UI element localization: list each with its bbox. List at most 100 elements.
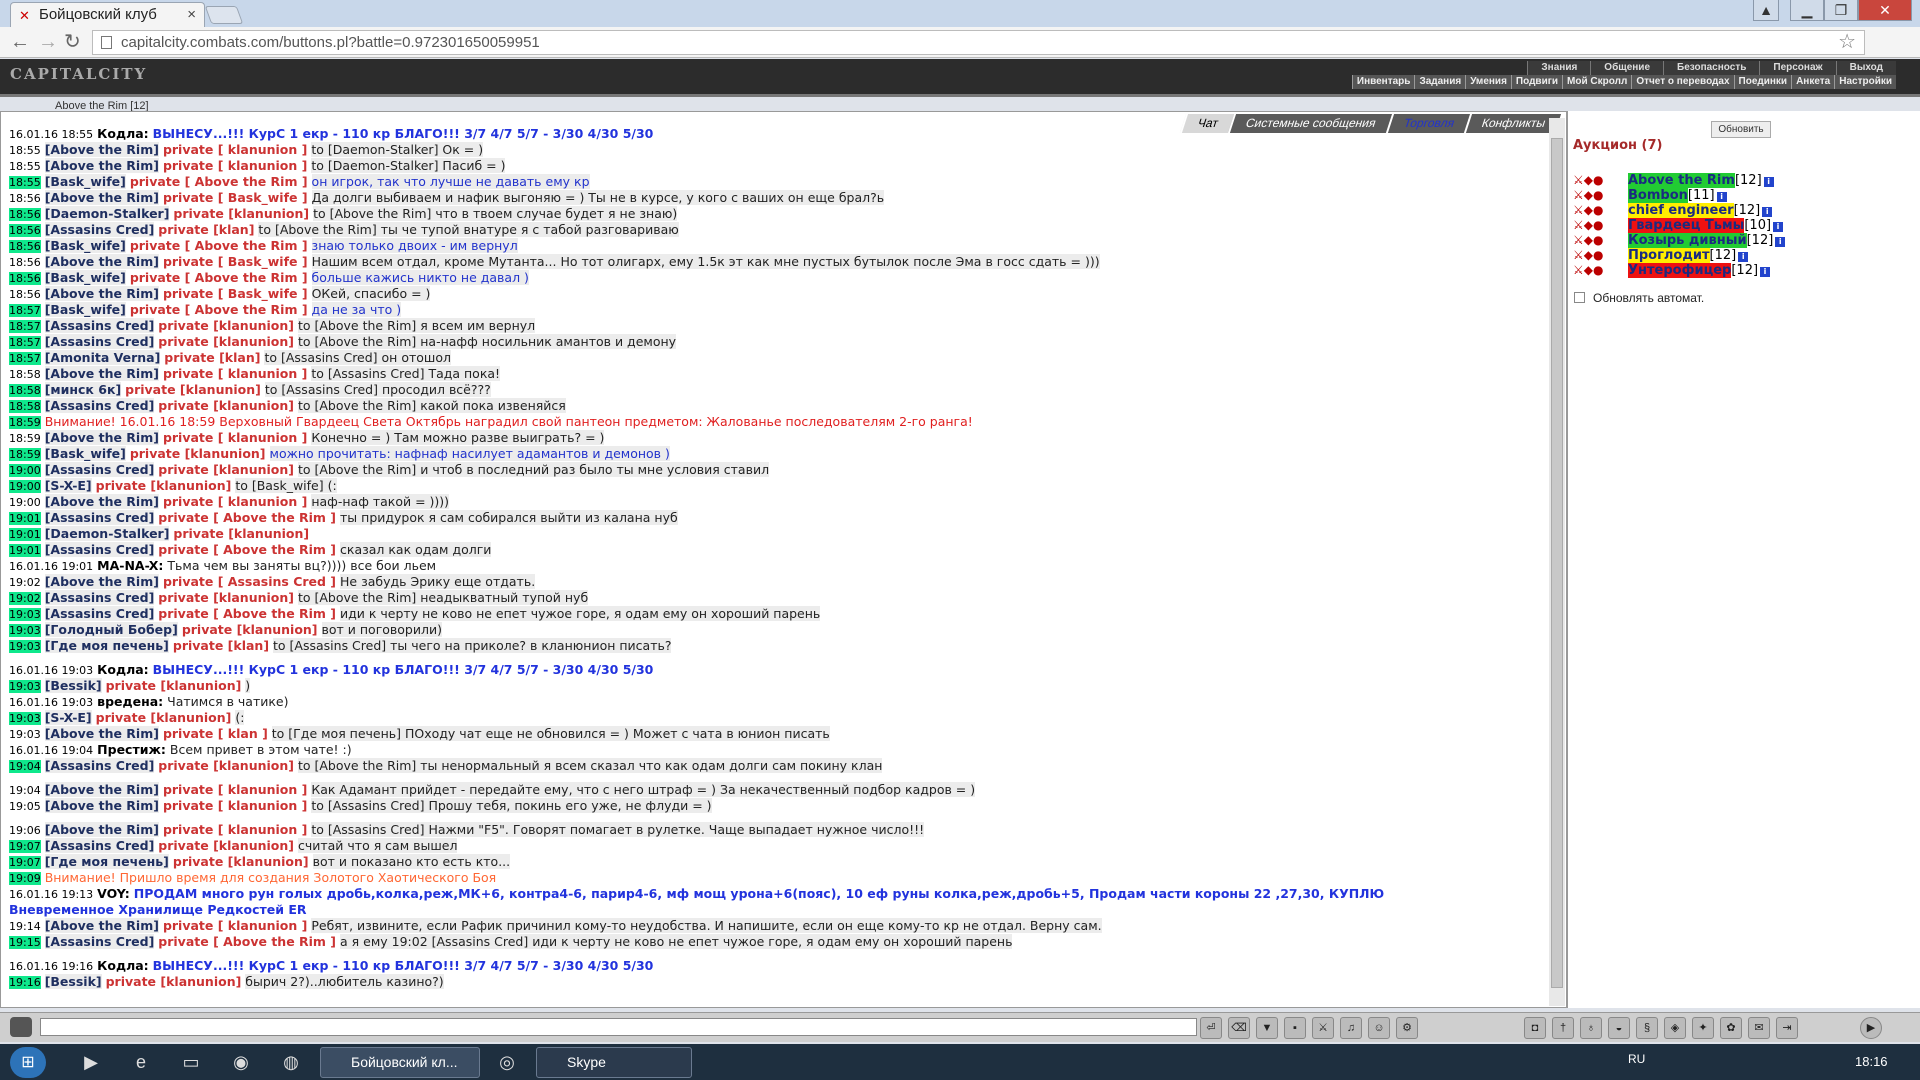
play-icon[interactable]: ▶ — [1860, 1017, 1882, 1039]
private-target[interactable]: private [klanunion] — [158, 758, 294, 773]
message-author[interactable]: [Assasins Cred] — [44, 222, 155, 237]
message-author[interactable]: [Above the Rim] — [44, 726, 159, 741]
message-author[interactable]: Кодла: — [97, 126, 149, 141]
menu-item-knowledge[interactable]: Знания — [1527, 61, 1590, 75]
filter-icon[interactable]: ▼ — [1256, 1017, 1278, 1039]
message-author[interactable]: вредена: — [97, 694, 163, 709]
player-info-icon[interactable]: i — [1738, 252, 1749, 262]
private-target[interactable]: private [ Bask_wife ] — [163, 286, 308, 301]
message-author[interactable]: [Assasins Cred] — [44, 510, 155, 525]
close-button[interactable]: ✕ — [1858, 0, 1912, 21]
message-author[interactable]: [Assasins Cred] — [44, 318, 155, 333]
private-target[interactable]: private [ klanunion ] — [163, 366, 307, 381]
bag-icon[interactable]: ◘ — [1524, 1017, 1546, 1039]
media-player-icon[interactable]: ▶ — [72, 1047, 110, 1077]
reload-icon[interactable]: ↻ — [64, 30, 81, 54]
message-author[interactable]: [Daemon-Stalker] — [44, 206, 170, 221]
private-target[interactable]: private [klanunion] — [158, 590, 294, 605]
message-author[interactable]: [Above the Rim] — [44, 430, 159, 445]
submenu-transfers[interactable]: Отчет о переводах — [1631, 75, 1733, 89]
submenu-profile[interactable]: Анкета — [1791, 75, 1834, 89]
auto-refresh-option[interactable]: Обновлять автомат. — [1574, 291, 1704, 305]
message-author[interactable]: [Assasins Cred] — [44, 590, 155, 605]
private-target[interactable]: private [ Above the Rim ] — [130, 238, 308, 253]
message-author[interactable]: [Above the Rim] — [44, 158, 159, 173]
player-name[interactable]: Унтерофицер — [1628, 263, 1732, 278]
private-target[interactable]: private [ klanunion ] — [163, 798, 307, 813]
gift-icon[interactable]: ✦ — [1692, 1017, 1714, 1039]
message-author[interactable]: [Bessik] — [44, 678, 102, 693]
clear-icon[interactable]: ⌫ — [1228, 1017, 1250, 1039]
explorer-icon[interactable]: ▭ — [172, 1047, 210, 1077]
submenu-inventory[interactable]: Инвентарь — [1351, 75, 1415, 89]
message-author[interactable]: [Bask_wife] — [44, 446, 126, 461]
app-icon-green[interactable]: ◍ — [272, 1047, 310, 1077]
message-author[interactable]: [Голодный Бобер] — [44, 622, 178, 637]
private-target[interactable]: private [klanunion] — [106, 678, 242, 693]
private-target[interactable]: private [ klanunion ] — [163, 822, 307, 837]
save-icon[interactable]: ▪ — [1284, 1017, 1306, 1039]
private-target[interactable]: private [klan] — [173, 638, 269, 653]
tab-close-icon[interactable]: × — [187, 3, 196, 27]
message-author[interactable]: [S-X-E] — [44, 710, 92, 725]
private-target[interactable]: private [ klanunion ] — [163, 494, 307, 509]
message-author[interactable]: Кодла: — [97, 662, 149, 677]
message-author[interactable]: [Bask_wife] — [44, 238, 126, 253]
profile-icon[interactable]: ▲ — [1753, 0, 1779, 21]
submenu-settings[interactable]: Настройки — [1834, 75, 1896, 89]
app-icon-yellow[interactable]: ◎ — [488, 1047, 526, 1077]
submenu-my-scroll[interactable]: Мой Скролл — [1562, 75, 1631, 89]
message-author[interactable]: MA-NA-X: — [97, 558, 163, 573]
player-name[interactable]: chief engineer — [1628, 203, 1734, 218]
message-author[interactable]: VOY: — [97, 886, 130, 901]
player-name[interactable]: Проглодит — [1628, 248, 1710, 263]
private-target[interactable]: private [ Above the Rim ] — [158, 542, 336, 557]
clock[interactable]: 18:16 — [1855, 1054, 1888, 1069]
new-tab-button[interactable] — [204, 6, 244, 24]
message-author[interactable]: [Above the Rim] — [44, 782, 159, 797]
send-icon[interactable]: ⏎ — [1200, 1017, 1222, 1039]
message-author[interactable]: [Bask_wife] — [44, 270, 126, 285]
potion-icon[interactable]: ♁ — [1580, 1017, 1602, 1039]
private-target[interactable]: private [klanunion] — [158, 318, 294, 333]
private-target[interactable]: private [klanunion] — [130, 446, 266, 461]
tab-trade[interactable]: Торговля — [1385, 114, 1470, 133]
minimize-button[interactable]: ▁ — [1790, 0, 1824, 21]
message-author[interactable]: [Above the Rim] — [44, 918, 159, 933]
player-name[interactable]: Гвардеец Тьмы — [1628, 218, 1745, 233]
exit-icon[interactable]: ⇥ — [1776, 1017, 1798, 1039]
message-author[interactable]: [Above the Rim] — [44, 822, 159, 837]
message-author[interactable]: [Assasins Cred] — [44, 398, 155, 413]
sound-icon[interactable]: ♫ — [1340, 1017, 1362, 1039]
private-target[interactable]: private [ Above the Rim ] — [158, 510, 336, 525]
private-target[interactable]: private [ Assasins Cred ] — [163, 574, 336, 589]
scroll-icon[interactable]: § — [1636, 1017, 1658, 1039]
tab-system-messages[interactable]: Системные сообщения — [1228, 114, 1392, 133]
browser-tab[interactable]: ✕ Бойцовский клуб × — [10, 2, 205, 27]
private-target[interactable]: private [ Above the Rim ] — [130, 302, 308, 317]
submenu-battles[interactable]: Поединки — [1733, 75, 1792, 89]
message-author[interactable]: [Assasins Cred] — [44, 606, 155, 621]
message-author[interactable]: [Assasins Cred] — [44, 462, 155, 477]
submenu-skills[interactable]: Умения — [1465, 75, 1511, 89]
private-target[interactable]: private [klanunion] — [158, 334, 294, 349]
auto-refresh-checkbox[interactable] — [1574, 292, 1585, 303]
message-author[interactable]: [Assasins Cred] — [44, 934, 155, 949]
chat-input[interactable] — [40, 1018, 1197, 1036]
chat-settings-icon[interactable]: ⚙ — [1396, 1017, 1418, 1039]
private-target[interactable]: private [ klanunion ] — [163, 782, 307, 797]
letter-icon[interactable]: ✉ — [1748, 1017, 1770, 1039]
player-info-icon[interactable]: i — [1775, 237, 1786, 247]
message-author[interactable]: [Above the Rim] — [44, 574, 159, 589]
private-target[interactable]: private [klanunion] — [96, 710, 232, 725]
player-info-icon[interactable]: i — [1762, 207, 1773, 217]
ie-icon[interactable]: e — [122, 1047, 160, 1077]
player-info-icon[interactable]: i — [1760, 267, 1771, 277]
private-target[interactable]: private [klanunion] — [158, 838, 294, 853]
pet-icon[interactable]: ✿ — [1720, 1017, 1742, 1039]
private-target[interactable]: private [ klanunion ] — [163, 430, 307, 445]
player-info-icon[interactable]: i — [1763, 177, 1774, 187]
scrollbar-thumb[interactable] — [1551, 138, 1563, 988]
private-target[interactable]: private [klan] — [158, 222, 254, 237]
task-skype[interactable]: Skype — [536, 1047, 692, 1078]
